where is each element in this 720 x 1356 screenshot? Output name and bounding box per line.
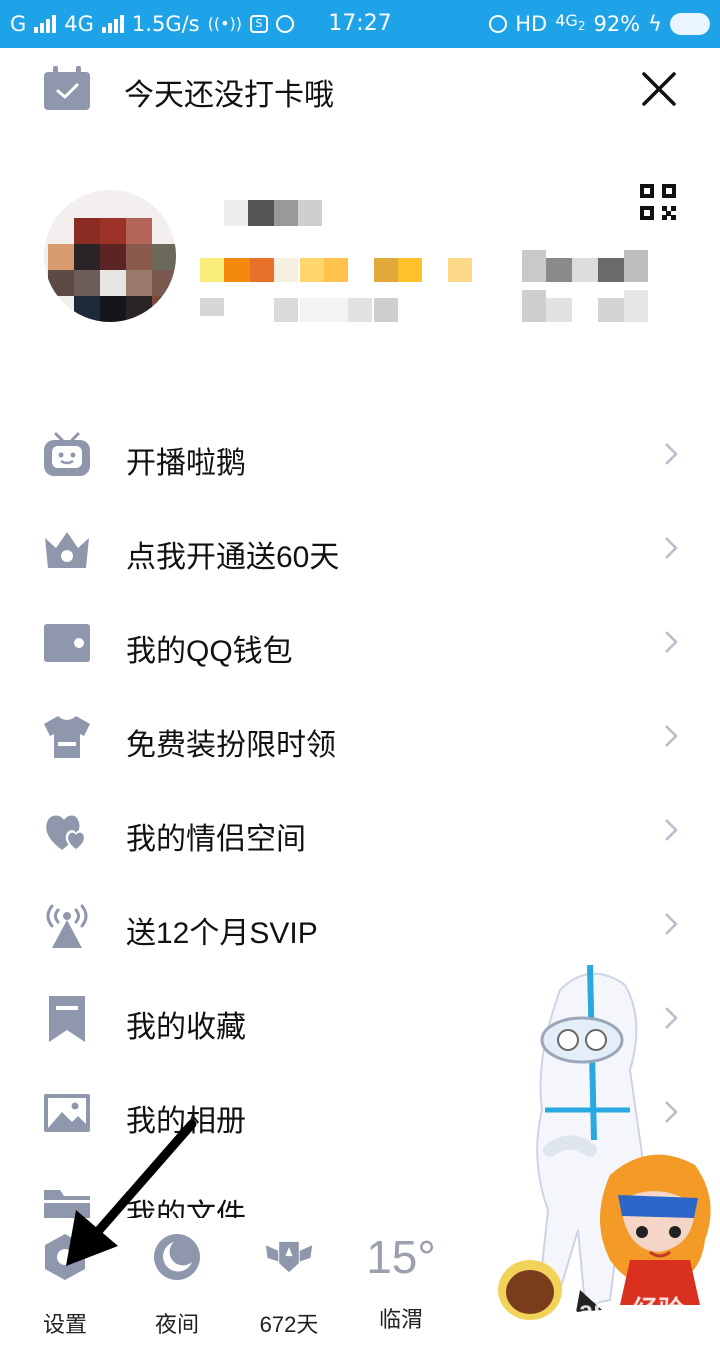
menu-label: 我的收藏 [126, 1011, 246, 1044]
settings-label: 设置 [42, 1312, 87, 1337]
profile-card[interactable] [0, 170, 720, 340]
menu-label: 我的QQ钱包 [126, 635, 293, 668]
menu-label: 点我开通送60天 [126, 541, 340, 574]
antenna-icon [46, 904, 88, 948]
baidu-watermark: Baidu经验 [560, 1295, 685, 1325]
checkin-row[interactable]: 今天还没打卡哦 [0, 48, 720, 132]
winged-badge-icon [265, 1241, 313, 1273]
battery-label: 92% [593, 12, 641, 36]
menu-item-live[interactable]: 开播啦鹅 [0, 408, 720, 502]
calendar-check-icon [44, 66, 90, 110]
menu-label: 送12个月SVIP [126, 917, 318, 950]
chevron-right-icon [665, 819, 678, 841]
menu-label: 开播啦鹅 [126, 447, 246, 480]
menu-item-couple[interactable]: 我的情侣空间 [0, 784, 720, 878]
temperature-value: 15° [366, 1231, 436, 1283]
moon-badge-icon [670, 13, 710, 35]
days-button[interactable]: 672天 [244, 1232, 334, 1339]
chevron-right-icon [665, 443, 678, 465]
avatar[interactable] [44, 190, 176, 322]
status-right: HD 4G2 92% ϟ [489, 0, 710, 48]
wallet-icon [44, 624, 90, 662]
network-label-2: 4G2 [555, 11, 586, 34]
menu-item-vip-60[interactable]: 点我开通送60天 [0, 502, 720, 596]
city-label: 临渭 [378, 1307, 423, 1332]
signature-redacted [200, 250, 648, 322]
menu-item-svip[interactable]: 送12个月SVIP [0, 878, 720, 972]
crown-icon [45, 532, 89, 568]
chevron-right-icon [665, 725, 678, 747]
hearts-icon [46, 815, 87, 852]
qr-code-icon[interactable] [640, 184, 676, 220]
weather-button[interactable]: 15° 临渭 [356, 1232, 446, 1334]
checkin-text: 今天还没打卡哦 [124, 79, 334, 112]
hd-label: HD [515, 12, 548, 36]
charging-icon: ϟ [648, 12, 662, 36]
days-label: 672天 [259, 1312, 319, 1337]
alarm-icon [489, 15, 508, 33]
night-label: 夜间 [154, 1312, 199, 1337]
bookmark-icon [49, 996, 85, 1042]
username-redacted [224, 200, 322, 226]
menu-label: 我的情侣空间 [126, 823, 306, 856]
status-bar: G 4G 1.5G/s ((•)) S 17:27 HD 4G2 92% ϟ [0, 0, 720, 48]
chevron-right-icon [665, 537, 678, 559]
menu-item-outfit[interactable]: 免费装扮限时领 [0, 690, 720, 784]
menu-item-wallet[interactable]: 我的QQ钱包 [0, 596, 720, 690]
close-icon[interactable] [638, 68, 680, 110]
annotation-arrow-icon [66, 1119, 197, 1266]
chevron-right-icon [665, 631, 678, 653]
menu-label: 免费装扮限时领 [126, 729, 336, 762]
chevron-right-icon [665, 913, 678, 935]
mascot-illustration [498, 964, 711, 1320]
tshirt-icon [44, 716, 90, 758]
tv-robot-icon [44, 432, 90, 476]
